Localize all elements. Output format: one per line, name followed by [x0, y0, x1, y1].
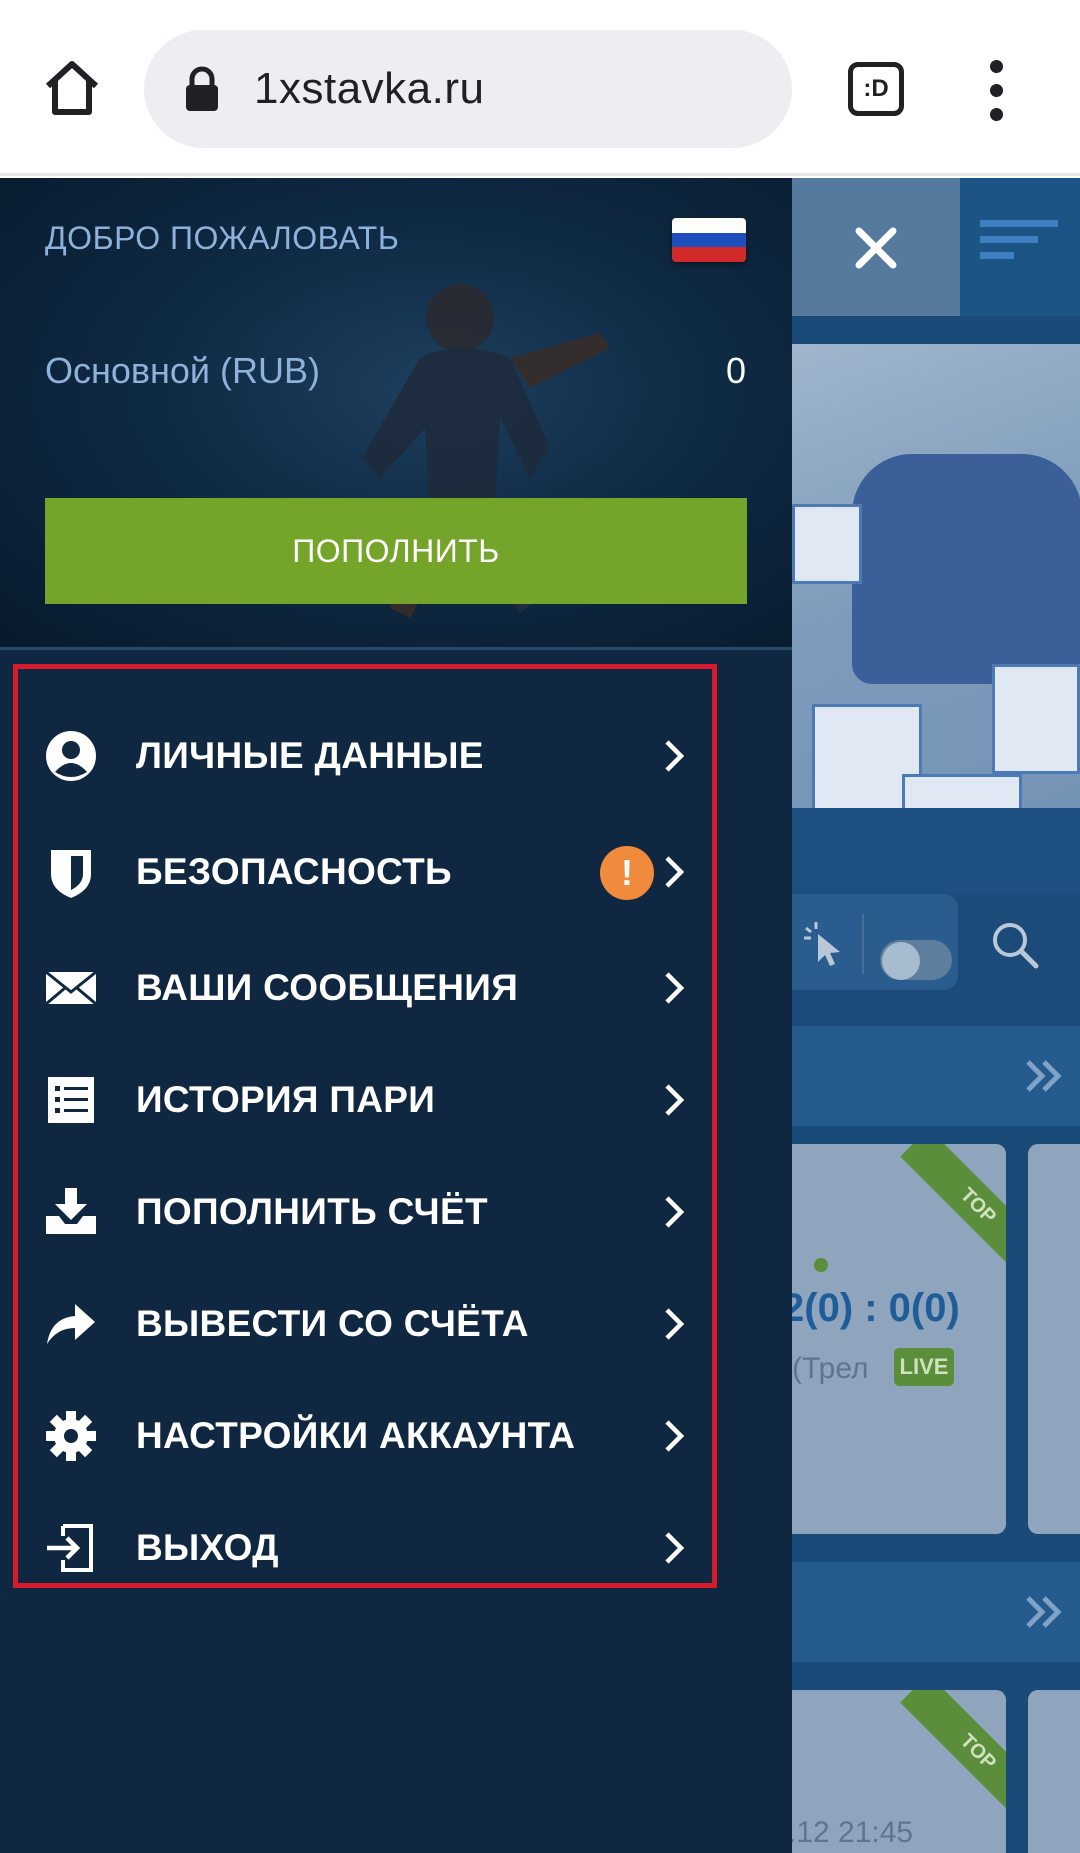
menu-item-logout[interactable]: ВЫХОД	[45, 1500, 695, 1596]
browser-menu-icon[interactable]	[980, 60, 1012, 121]
chevron-right-icon	[665, 1084, 685, 1116]
toolbar-divider	[862, 914, 864, 974]
top-up-button[interactable]: ПОПОЛНИТЬ	[45, 498, 747, 604]
menu-item-deposit[interactable]: ПОПОЛНИТЬ СЧЁТ	[45, 1164, 695, 1260]
close-drawer-button[interactable]	[792, 178, 960, 316]
chevron-right-icon	[665, 1420, 685, 1452]
chevron-right-icon	[665, 1196, 685, 1228]
menu-item-label: БЕЗОПАСНОСТЬ	[136, 851, 452, 892]
share-arrow-icon	[47, 1304, 95, 1344]
drawer-header: ДОБРО ПОЖАЛОВАТЬ Основной (RUB) 0 ПОПОЛН…	[0, 178, 792, 650]
team-name-fragment: (Трел	[792, 1352, 869, 1385]
match-card-partial[interactable]	[1028, 1690, 1080, 1853]
live-dot	[814, 1258, 828, 1272]
match-date-fragment: .12 21:45	[792, 1816, 914, 1849]
browser-toolbar: 1xstavka.ru :D	[0, 0, 1080, 176]
user-icon	[46, 731, 96, 781]
section-strip	[792, 808, 1080, 894]
account-name[interactable]: Основной (RUB)	[45, 350, 320, 392]
match-card-partial[interactable]	[1028, 1144, 1080, 1534]
menu-item-withdraw[interactable]: ВЫВЕСТИ СО СЧЁТА	[45, 1276, 695, 1372]
match-score: 2(0) : 0(0)	[792, 1286, 960, 1330]
chevron-right-icon	[665, 856, 685, 888]
section-header	[792, 1026, 1080, 1126]
filter-lines-icon	[980, 220, 1058, 259]
menu-item-label: НАСТРОЙКИ АККАУНТА	[136, 1415, 576, 1456]
close-icon	[855, 227, 897, 269]
menu-item-personal-data[interactable]: ЛИЧНЫЕ ДАННЫЕ	[45, 708, 695, 804]
warning-badge: !	[600, 846, 654, 900]
lock-icon	[184, 66, 220, 112]
menu-item-bet-history[interactable]: ИСТОРИЯ ПАРИ	[45, 1052, 695, 1148]
top-ribbon: TOP	[900, 1144, 1006, 1284]
menu-item-account-settings[interactable]: НАСТРОЙКИ АККАУНТА	[45, 1388, 695, 1484]
chevron-right-icon	[665, 1532, 685, 1564]
tab-switcher-button[interactable]: :D	[848, 62, 904, 116]
search-icon[interactable]	[988, 918, 1042, 972]
list-icon	[48, 1077, 94, 1123]
gift-box	[992, 664, 1080, 774]
gear-icon	[46, 1411, 96, 1461]
logout-icon	[47, 1524, 93, 1572]
toggle-knob	[882, 942, 920, 980]
shield-icon	[51, 850, 91, 898]
background-site: TOP 2(0) : 0(0) (Трел LIVE TOP .12 21:45	[792, 178, 1080, 1853]
welcome-text: ДОБРО ПОЖАЛОВАТЬ	[45, 220, 400, 256]
cursor-click-icon[interactable]	[800, 918, 850, 968]
url-text: 1xstavka.ru	[254, 64, 485, 113]
live-badge: LIVE	[894, 1348, 954, 1386]
account-balance: 0	[725, 350, 746, 391]
top-ribbon: TOP	[900, 1690, 1006, 1830]
menu-item-messages[interactable]: ВАШИ СООБЩЕНИЯ	[45, 940, 695, 1036]
menu-item-label: ЛИЧНЫЕ ДАННЫЕ	[136, 735, 484, 776]
side-drawer: ДОБРО ПОЖАЛОВАТЬ Основной (RUB) 0 ПОПОЛН…	[0, 178, 792, 1853]
double-chevron-icon[interactable]	[1024, 1594, 1064, 1630]
menu-item-label: ИСТОРИЯ ПАРИ	[136, 1079, 436, 1120]
match-card[interactable]: TOP 2(0) : 0(0) (Трел LIVE	[792, 1144, 1006, 1534]
section-header	[792, 1562, 1080, 1662]
language-flag-icon[interactable]	[672, 218, 746, 262]
filter-button[interactable]	[960, 178, 1080, 316]
chevron-right-icon	[665, 740, 685, 772]
download-icon	[46, 1188, 96, 1234]
gift-box	[792, 504, 862, 584]
home-icon[interactable]	[40, 56, 104, 120]
envelope-icon	[45, 970, 97, 1006]
menu-item-label: ВЫВЕСТИ СО СЧЁТА	[136, 1303, 529, 1344]
menu-item-security[interactable]: БЕЗОПАСНОСТЬ !	[45, 824, 695, 920]
menu-item-label: ВЫХОД	[136, 1527, 279, 1568]
double-chevron-icon[interactable]	[1024, 1058, 1064, 1094]
chevron-right-icon	[665, 1308, 685, 1340]
menu-item-label: ПОПОЛНИТЬ СЧЁТ	[136, 1191, 488, 1232]
menu-item-label: ВАШИ СООБЩЕНИЯ	[136, 967, 519, 1008]
sofa-shape	[852, 454, 1080, 684]
chevron-right-icon	[665, 972, 685, 1004]
match-card[interactable]: TOP .12 21:45	[792, 1690, 1006, 1853]
address-bar[interactable]: 1xstavka.ru	[144, 30, 792, 148]
